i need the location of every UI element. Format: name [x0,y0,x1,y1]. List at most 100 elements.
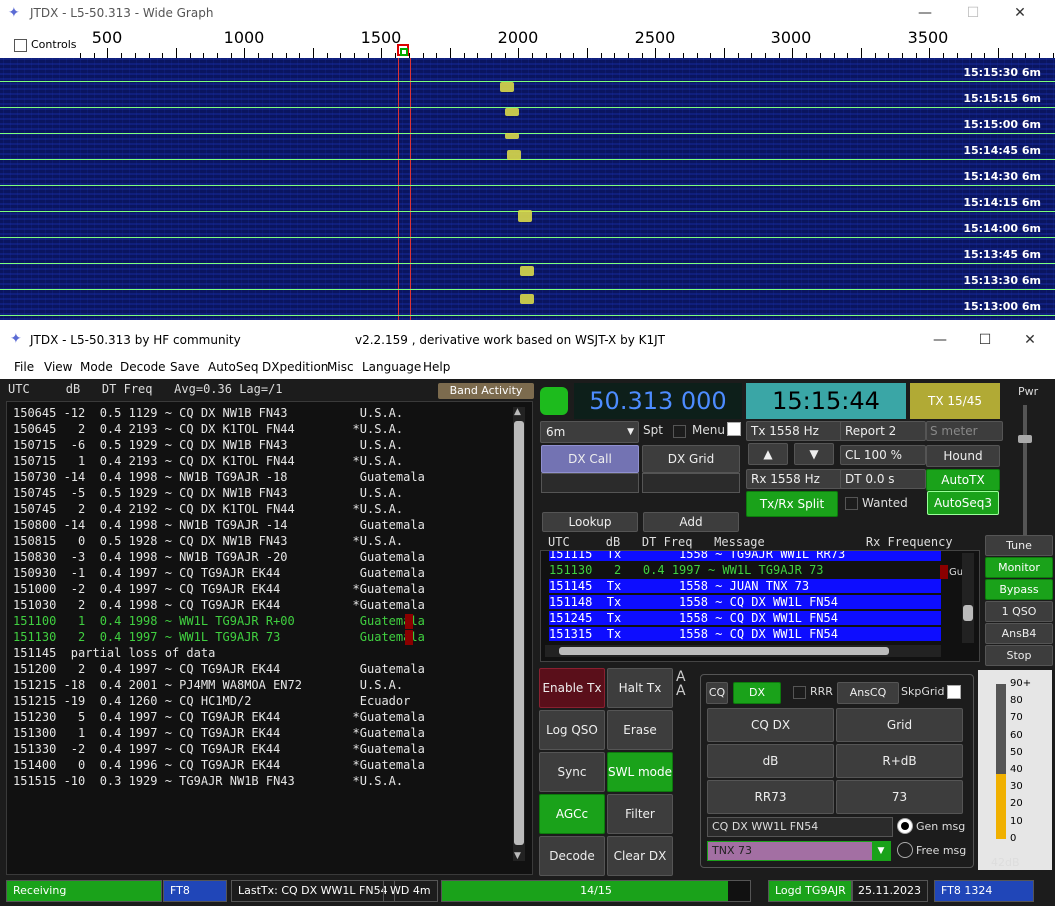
hound-button[interactable]: Hound [926,445,1000,467]
s-meter-field[interactable]: S meter [926,421,1003,441]
band-activity-row[interactable]: 150645 2 0.4 2193 ~ CQ DX K1TOL FN44 *U.… [13,422,403,436]
maximize-icon[interactable]: ☐ [958,3,988,23]
skpgrid-checkbox[interactable] [947,685,961,699]
menu-file[interactable]: File [14,360,34,374]
band-activity-row[interactable]: 150715 1 0.4 2193 ~ CQ DX K1TOL FN44 *U.… [13,454,403,468]
band-activity-row[interactable]: 151100 1 0.4 1998 ~ WW1L TG9AJR R+00 Gua… [13,614,425,628]
cq-dx-button[interactable]: CQ DX [707,708,834,742]
band-activity-row[interactable]: 151400 0 0.4 1996 ~ CQ TG9AJR EK44 *Guat… [13,758,425,772]
scroll-up-icon[interactable]: ▲ [514,407,521,417]
band-activity-row[interactable]: 151330 -2 0.4 1997 ~ CQ TG9AJR EK44 *Gua… [13,742,425,756]
autotx-button[interactable]: AutoTX [926,469,1000,491]
menu-decode[interactable]: Decode [120,360,166,374]
dx-grid-input[interactable] [642,473,740,493]
band-activity-row[interactable]: 150745 2 0.4 2192 ~ CQ DX K1TOL FN44 *U.… [13,502,403,516]
decode-button[interactable]: Decode [539,836,605,876]
rx-list-scrollbar[interactable] [962,553,974,643]
menu-language[interactable]: Language [362,360,421,374]
tx-period-button[interactable]: TX 15/45 [910,383,1000,419]
gen-msg-field[interactable]: CQ DX WW1L FN54 [707,817,893,837]
band-activity-row[interactable]: 151215 -18 0.4 2001 ~ PJ4MM WA8MOA EN72 … [13,678,403,692]
close-icon[interactable]: ✕ [1015,330,1045,350]
bypass-button[interactable]: Bypass [985,579,1053,600]
band-activity-button[interactable]: Band Activity [438,383,534,399]
rx-list-row[interactable]: 151148 Tx 1558 ~ CQ DX WW1L FN54 [549,595,941,609]
tune-button[interactable]: Tune [985,535,1053,556]
menu-help[interactable]: Help [423,360,450,374]
log-qso-button[interactable]: Log QSO [539,710,605,750]
scrollbar-thumb[interactable] [514,421,524,845]
dx-grid-button[interactable]: DX Grid [642,445,740,473]
controls-checkbox[interactable]: Controls [14,38,77,52]
rx-list-row[interactable]: 151145 Tx 1558 ~ JUAN TNX 73 [549,579,941,593]
band-activity-row[interactable]: 150715 -6 0.5 1929 ~ CQ DX NW1B FN43 U.S… [13,438,403,452]
band-activity-row[interactable]: 151215 -19 0.4 1260 ~ CQ HC1MD/2 Ecuador [13,694,410,708]
band-activity-row[interactable]: 151300 1 0.4 1997 ~ CQ TG9AJR EK44 *Guat… [13,726,425,740]
clear-dx-button[interactable]: Clear DX [607,836,673,876]
band-select[interactable]: 6m ▼ [540,421,639,443]
wanted-checkbox[interactable]: Wanted [845,496,908,510]
add-button[interactable]: Add [643,512,739,532]
rx-list-row[interactable]: 151245 Tx 1558 ~ CQ DX WW1L FN54 [549,611,941,625]
pwr-slider-handle[interactable] [1018,435,1032,443]
band-activity-row[interactable]: 150730 -14 0.4 1998 ~ NW1B TG9AJR -18 Gu… [13,470,425,484]
free-msg-radio[interactable] [897,842,913,858]
scroll-down-icon[interactable]: ▼ [514,851,521,861]
txrx-split-button[interactable]: Tx/Rx Split [746,491,838,517]
rx-list-row[interactable]: 151130 2 0.4 1997 ~ WW1L TG9AJR 73 [549,563,824,577]
frequency-display[interactable]: 50.313 000 [574,383,742,419]
dt-spinbox[interactable]: DT 0.0 s [840,469,926,489]
band-activity-row[interactable]: 151230 5 0.4 1997 ~ CQ TG9AJR EK44 *Guat… [13,710,425,724]
tx-first-icon[interactable]: AA [676,670,686,698]
band-activity-list[interactable]: 150645 -12 0.5 1129 ~ CQ DX NW1B FN43 U.… [6,401,533,875]
band-activity-row[interactable]: 150815 0 0.5 1928 ~ CQ DX NW1B FN43 *U.S… [13,534,403,548]
band-activity-row[interactable]: 150930 -1 0.4 1997 ~ CQ TG9AJR EK44 Guat… [13,566,425,580]
minimize-icon[interactable]: — [925,330,955,350]
rx-list-hscroll[interactable] [545,645,941,657]
menu-save[interactable]: Save [170,360,199,374]
enable-tx-button[interactable]: Enable Tx [539,668,605,708]
menu-mode[interactable]: Mode [80,360,113,374]
tx-freq-spinbox[interactable]: Tx 1558 Hz [746,421,844,441]
band-activity-row[interactable]: 151515 -10 0.3 1929 ~ TG9AJR NW1B FN43 *… [13,774,403,788]
one-qso-button[interactable]: 1 QSO [985,601,1053,622]
autoseq3-button[interactable]: AutoSeq3 [927,491,999,515]
minimize-icon[interactable]: — [910,3,940,23]
hscroll-thumb[interactable] [559,647,889,655]
cq-button[interactable]: CQ [706,682,728,704]
menu-misc[interactable]: Misc [327,360,354,374]
band-activity-row[interactable]: 150745 -5 0.5 1929 ~ CQ DX NW1B FN43 U.S… [13,486,403,500]
band-activity-row[interactable]: 150645 -12 0.5 1129 ~ CQ DX NW1B FN43 U.… [13,406,403,420]
lookup-button[interactable]: Lookup [542,512,638,532]
r-db-button[interactable]: R+dB [836,744,963,778]
band-activity-row[interactable]: 151145 partial loss of data [13,646,215,660]
rr73-button[interactable]: RR73 [707,780,834,814]
db-button[interactable]: dB [707,744,834,778]
band-activity-row[interactable]: 151200 2 0.4 1997 ~ CQ TG9AJR EK44 Guate… [13,662,425,676]
maximize-icon[interactable]: ☐ [970,330,1000,350]
controls-check-icon[interactable] [14,38,27,52]
erase-button[interactable]: Erase [607,710,673,750]
ansb4-button[interactable]: AnsB4 [985,623,1053,644]
73-button[interactable]: 73 [836,780,963,814]
waterfall[interactable]: 15:15:30 6m 15:15:15 6m 15:15:00 6m 15:14:4… [0,58,1055,320]
free-msg-combo[interactable]: TNX 73 ▼ [707,841,891,861]
report-spinbox[interactable]: Report 2 [840,421,926,441]
cl-spinbox[interactable]: CL 100 % [840,445,926,465]
monitor-button[interactable]: Monitor [985,557,1053,578]
swl-mode-button[interactable]: SWL mode [607,752,673,792]
dx-call-input[interactable] [541,473,639,493]
halt-tx-button[interactable]: Halt Tx [607,668,673,708]
rx-list-row[interactable]: 151315 Tx 1558 ~ CQ DX WW1L FN54 [549,627,941,641]
band-activity-row[interactable]: 151030 2 0.4 1998 ~ CQ TG9AJR EK44 *Guat… [13,598,425,612]
grid-button[interactable]: Grid [836,708,963,742]
pwr-slider-track[interactable] [1023,405,1027,535]
arrow-down-icon[interactable]: ▼ [794,443,834,465]
anscq-button[interactable]: AnsCQ [837,682,899,704]
stop-button[interactable]: Stop [985,645,1053,666]
scrollbar-thumb[interactable] [963,605,973,621]
menu-dxpedition[interactable]: DXpedition [262,360,328,374]
rrr-checkbox[interactable]: RRR [793,685,833,699]
band-activity-scrollbar[interactable]: ▲ ▼ [513,407,525,861]
tx-marker[interactable] [400,48,408,56]
